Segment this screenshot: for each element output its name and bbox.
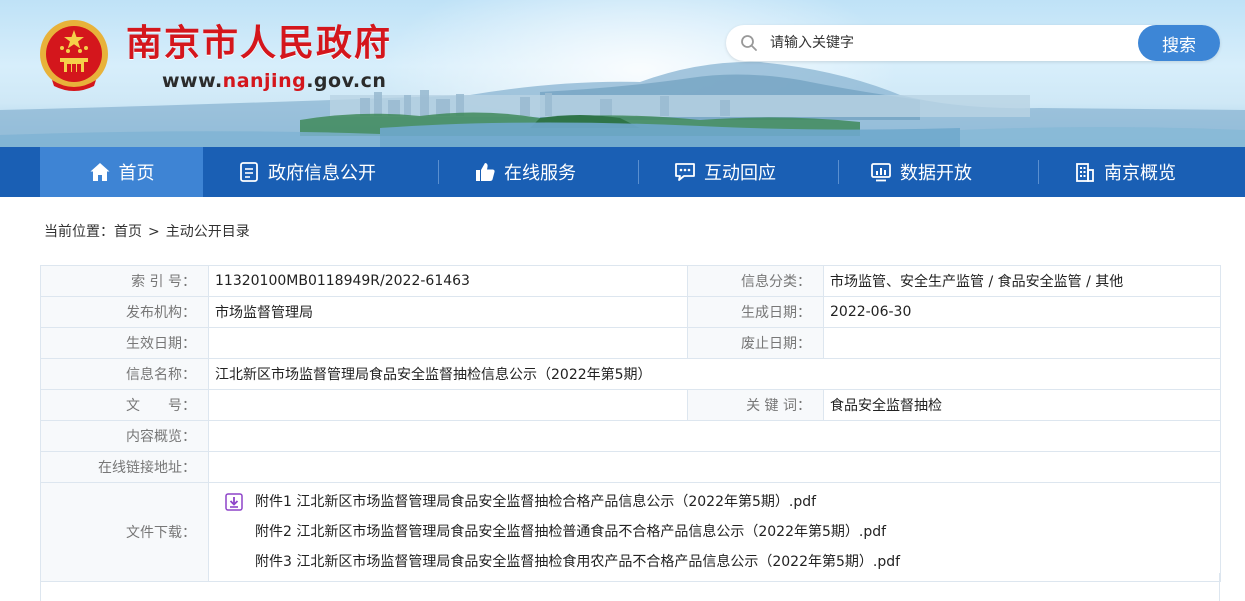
site-title: 南京市人民政府 xyxy=(126,23,393,64)
index-value: 11320100MB0118949R/2022-61463 xyxy=(208,265,688,297)
file-download-cell: 附件1 江北新区市场监督管理局食品安全监督抽检合格产品信息公示（2022年第5期… xyxy=(208,482,1221,582)
table-row: 文件下载： 附件1 江北新区市场监督管理局食品安全监督抽检合格产品信息公示（20… xyxy=(40,482,1221,582)
index-label: 索 引 号： xyxy=(40,265,209,297)
breadcrumb-home-link[interactable]: 首页 xyxy=(114,222,142,242)
search-button[interactable]: 搜索 xyxy=(1138,25,1220,61)
nav-item-online-services[interactable]: 在线服务 xyxy=(474,147,634,197)
file-list: 附件1 江北新区市场监督管理局食品安全监督抽检合格产品信息公示（2022年第5期… xyxy=(215,483,1220,581)
info-metadata-table: 索 引 号： 11320100MB0118949R/2022-61463 信息分… xyxy=(40,265,1221,582)
chart-monitor-icon xyxy=(871,163,891,182)
nav-item-label: 在线服务 xyxy=(504,163,576,184)
download-icon[interactable] xyxy=(225,493,243,511)
online-link-label: 在线链接地址： xyxy=(40,451,209,483)
nav-divider xyxy=(1038,160,1039,184)
doc-number-value xyxy=(208,389,688,421)
attachment-2-link[interactable]: 附件2 江北新区市场监督管理局食品安全监督抽检普通食品不合格产品信息公示（202… xyxy=(255,517,886,547)
domain-suffix: .gov.cn xyxy=(306,70,387,92)
nav-item-label: 互动回应 xyxy=(704,163,776,184)
table-row: 文 号： 关 键 词： 食品安全监督抽检 xyxy=(40,389,1221,421)
nav-item-label: 政府信息公开 xyxy=(268,163,376,184)
list-item: 附件1 江北新区市场监督管理局食品安全监督抽检合格产品信息公示（2022年第5期… xyxy=(225,487,1220,517)
home-icon xyxy=(90,163,109,181)
breadcrumb: 当前位置： 首页 > 主动公开目录 xyxy=(44,222,250,242)
main-navigation: 首页 政府信息公开 在线服务 互动回应 数据开放 南京概览 xyxy=(0,147,1245,197)
domain-highlight: nanjing xyxy=(222,70,307,92)
nav-item-government-info[interactable]: 政府信息公开 xyxy=(238,147,438,197)
list-item: 附件2 江北新区市场监督管理局食品安全监督抽检普通食品不合格产品信息公示（202… xyxy=(225,517,1220,547)
online-link-value xyxy=(208,451,1221,483)
doc-number-label: 文 号： xyxy=(40,389,209,421)
summary-label: 内容概览： xyxy=(40,420,209,452)
keywords-label: 关 键 词： xyxy=(687,389,824,421)
publisher-value: 市场监督管理局 xyxy=(208,296,688,328)
content-body-frame xyxy=(40,573,1220,601)
breadcrumb-separator: > xyxy=(148,224,160,240)
attachment-1-link[interactable]: 附件1 江北新区市场监督管理局食品安全监督抽检合格产品信息公示（2022年第5期… xyxy=(255,487,816,517)
table-row: 发布机构： 市场监督管理局 生成日期： 2022-06-30 xyxy=(40,296,1221,328)
table-row: 在线链接地址： xyxy=(40,451,1221,483)
nav-divider xyxy=(638,160,639,184)
chat-icon xyxy=(675,163,695,181)
building-icon xyxy=(1076,163,1094,182)
category-value: 市场监管、安全生产监管 / 食品安全监管 / 其他 xyxy=(823,265,1221,297)
info-name-label: 信息名称： xyxy=(40,358,209,390)
table-row: 索 引 号： 11320100MB0118949R/2022-61463 信息分… xyxy=(40,265,1221,297)
national-emblem-icon xyxy=(40,20,108,91)
expire-date-value xyxy=(823,327,1221,359)
effective-date-value xyxy=(208,327,688,359)
nav-item-interaction[interactable]: 互动回应 xyxy=(674,147,834,197)
category-label: 信息分类： xyxy=(687,265,824,297)
nav-item-label: 南京概览 xyxy=(1104,163,1176,184)
domain-prefix: www. xyxy=(162,70,223,92)
nav-item-open-data[interactable]: 数据开放 xyxy=(870,147,1030,197)
nav-item-home[interactable]: 首页 xyxy=(40,147,203,197)
info-name-value: 江北新区市场监督管理局食品安全监督抽检信息公示（2022年第5期） xyxy=(208,358,1221,390)
expire-date-label: 废止日期： xyxy=(687,327,824,359)
nav-item-nanjing-overview[interactable]: 南京概览 xyxy=(1074,147,1224,197)
created-date-label: 生成日期： xyxy=(687,296,824,328)
created-date-value: 2022-06-30 xyxy=(823,296,1221,328)
site-domain: www.nanjing.gov.cn xyxy=(162,70,386,92)
nav-divider xyxy=(838,160,839,184)
nav-item-label: 首页 xyxy=(118,163,155,184)
search-input[interactable] xyxy=(770,29,1130,57)
table-row: 信息名称： 江北新区市场监督管理局食品安全监督抽检信息公示（2022年第5期） xyxy=(40,358,1221,390)
search-box: 搜索 xyxy=(726,25,1220,61)
publisher-label: 发布机构： xyxy=(40,296,209,328)
breadcrumb-current-link[interactable]: 主动公开目录 xyxy=(166,222,250,242)
search-icon xyxy=(741,35,757,51)
document-icon xyxy=(240,162,258,182)
thumb-up-icon xyxy=(476,163,495,181)
nav-divider xyxy=(438,160,439,184)
effective-date-label: 生效日期： xyxy=(40,327,209,359)
breadcrumb-prefix: 当前位置： xyxy=(44,224,114,240)
file-download-label: 文件下载： xyxy=(40,482,209,582)
summary-value xyxy=(208,420,1221,452)
table-row: 生效日期： 废止日期： xyxy=(40,327,1221,359)
table-row: 内容概览： xyxy=(40,420,1221,452)
nav-item-label: 数据开放 xyxy=(900,163,972,184)
keywords-value: 食品安全监督抽检 xyxy=(823,389,1221,421)
header-banner: 南京市人民政府 www.nanjing.gov.cn 搜索 xyxy=(0,0,1245,147)
